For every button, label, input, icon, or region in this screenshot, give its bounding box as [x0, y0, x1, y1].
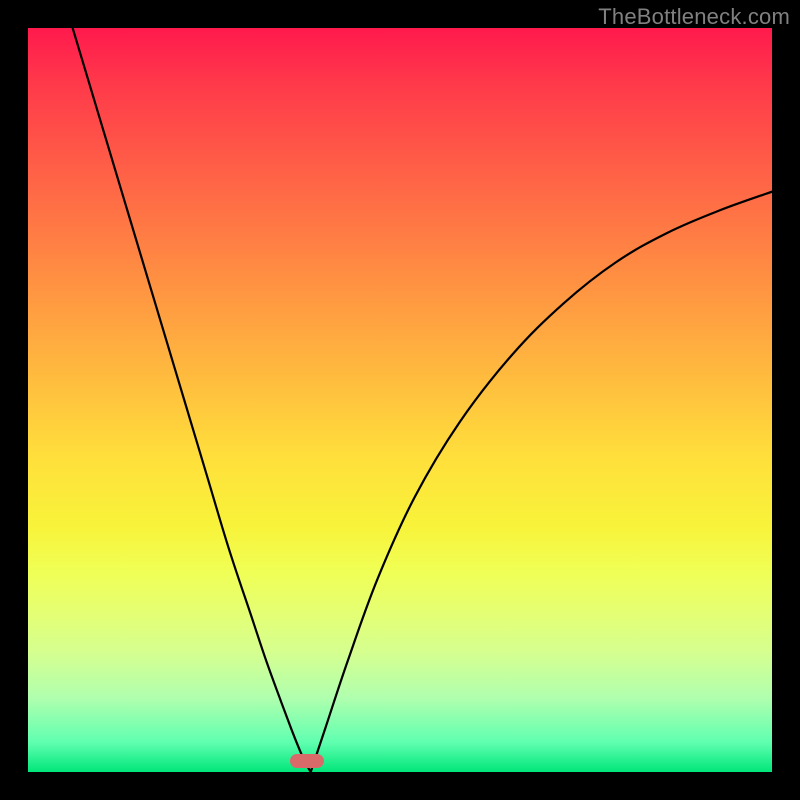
chart-frame: TheBottleneck.com	[0, 0, 800, 800]
minimum-marker	[290, 754, 324, 768]
watermark-text: TheBottleneck.com	[598, 4, 790, 30]
plot-area	[28, 28, 772, 772]
